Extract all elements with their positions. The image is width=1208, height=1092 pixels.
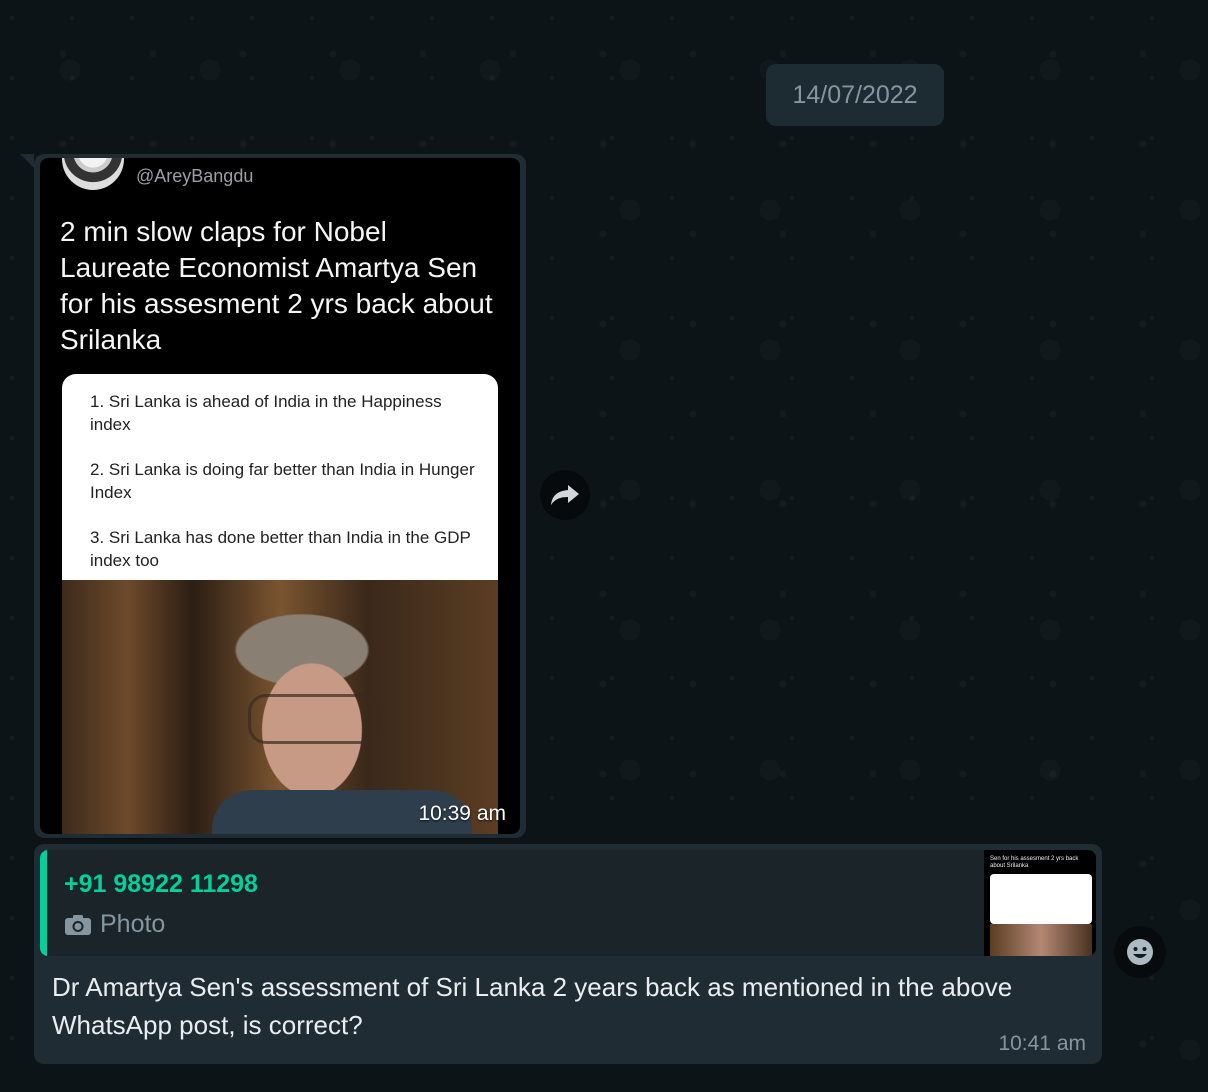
emoji-icon — [1127, 939, 1153, 965]
tweet-text: 2 min slow claps for Nobel Laureate Econ… — [60, 216, 493, 355]
quoted-thumbnail: Sen for his assesment 2 yrs back about S… — [984, 850, 1096, 956]
tweet-handle: @AreyBangdu — [136, 166, 254, 186]
tweet-avatar — [62, 158, 124, 190]
thumbnail-text: Sen for his assesment 2 yrs back about S… — [990, 856, 1079, 869]
portrait-photo — [62, 580, 498, 834]
quoted-meta: Photo — [64, 910, 165, 939]
shared-image[interactable]: @AreyBangdu 2 min slow claps for Nobel L… — [40, 158, 520, 834]
thumbnail-card — [990, 874, 1092, 924]
message-time: 10:39 am — [418, 802, 506, 825]
quote-accent-bar — [40, 850, 47, 956]
react-button[interactable] — [1114, 926, 1166, 978]
date-separator: 14/07/2022 — [766, 64, 944, 126]
forward-icon — [551, 485, 579, 505]
quoted-author: +91 98922 11298 — [64, 870, 258, 898]
date-separator-label: 14/07/2022 — [792, 80, 918, 109]
message-text: Dr Amartya Sen's assessment of Sri Lanka… — [52, 972, 1013, 1040]
thumbnail-photo — [990, 924, 1092, 956]
quoted-type: Photo — [100, 910, 166, 938]
camera-icon — [65, 914, 91, 935]
quote-item: 2. Sri Lanka is doing far better than In… — [90, 460, 475, 502]
forward-button[interactable] — [540, 470, 590, 520]
quote-item: 3. Sri Lanka has done better than India … — [90, 528, 471, 570]
image-message-bubble[interactable]: @AreyBangdu 2 min slow claps for Nobel L… — [20, 154, 526, 838]
tweet-quote-card: 1. Sri Lanka is ahead of India in the Ha… — [62, 374, 498, 594]
quoted-message[interactable]: +91 98922 11298 Photo Sen for his assesm… — [40, 850, 1096, 956]
quote-item: 1. Sri Lanka is ahead of India in the Ha… — [90, 392, 442, 434]
message-time: 10:41 am — [998, 1032, 1086, 1055]
reply-message-bubble[interactable]: +91 98922 11298 Photo Sen for his assesm… — [34, 844, 1102, 1064]
photo-glasses — [248, 694, 380, 744]
